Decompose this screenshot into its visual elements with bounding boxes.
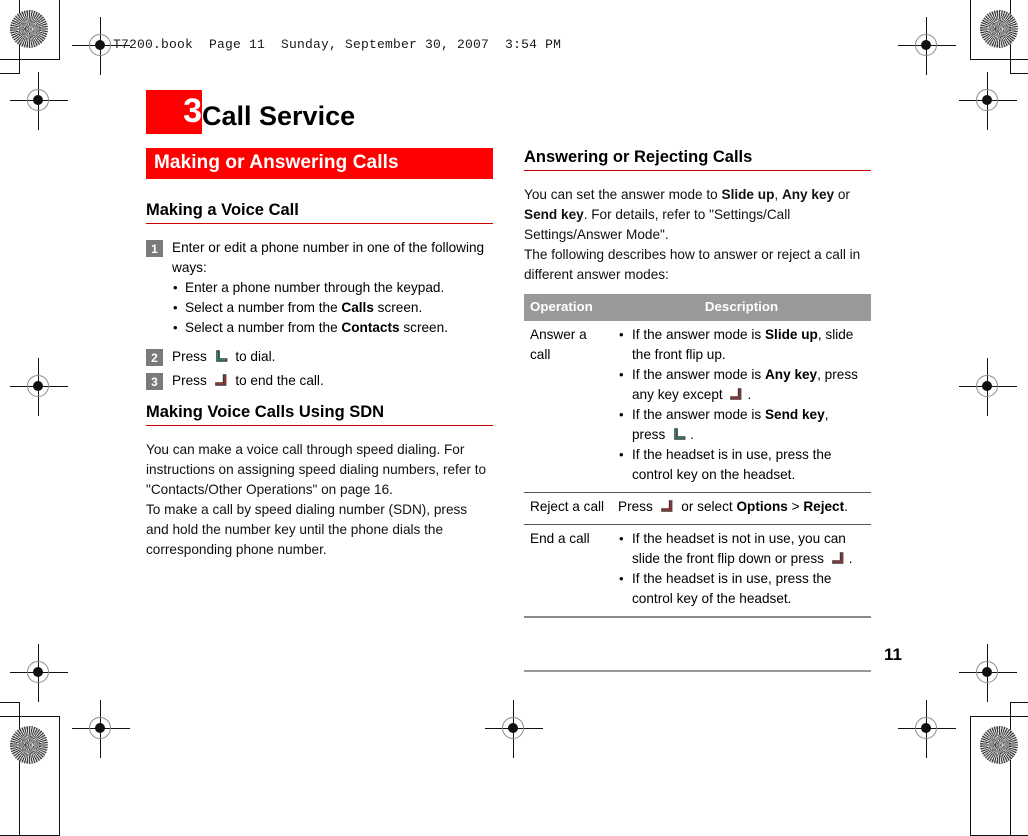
end-key-icon [728,387,745,402]
text-fragment: Press [618,499,657,514]
list-item: Enter a phone number through the keypad. [172,278,493,298]
cell-operation: Answer a call [524,321,612,493]
left-column: Making or Answering Calls Making a Voice… [146,148,493,560]
step-bullet-list: Enter a phone number through the keypad.… [172,278,493,338]
step-body: Press to dial. [172,347,493,367]
ui-term-any-key: Any key [781,187,835,202]
paragraph-sdn-intro: You can make a voice call through speed … [146,442,487,497]
heading-answering-or-rejecting-calls: Answering or Rejecting Calls [524,148,871,171]
text-fragment: If the answer mode is [632,407,765,422]
paragraph-answer-modes-intro: The following describes how to answer or… [524,247,861,282]
table-body: Answer a call If the answer mode is Slid… [524,321,871,618]
list-item: Select a number from the Calls screen. [172,298,493,318]
text-fragment: If the answer mode is [632,367,765,382]
step-text-before-icon: Press [172,373,207,388]
cell-description: Press or select Options > Reject. [612,492,871,525]
ui-term-calls: Calls [341,300,374,315]
table-row: Answer a call If the answer mode is Slid… [524,321,871,493]
column-header-description: Description [612,294,871,321]
step-body: Press to end the call. [172,371,493,391]
step-body: Enter or edit a phone number in one of t… [172,238,493,338]
text-fragment: If the headset is in use, press the cont… [632,447,832,482]
end-key-icon [659,499,676,514]
heading-making-a-voice-call: Making a Voice Call [146,201,493,224]
description-bullet-list: If the answer mode is Slide up, slide th… [618,325,865,485]
cell-description: If the answer mode is Slide up, slide th… [612,321,871,493]
chapter-heading: 3 Call Service [146,90,355,134]
step-item: 1 Enter or edit a phone number in one of… [146,238,493,338]
cell-operation: End a call [524,524,612,618]
text-fragment: You can set the answer mode to [524,187,722,202]
ui-term-contacts: Contacts [341,320,400,335]
text-fragment: or select [677,499,737,514]
ui-term-send-key: Send key [764,407,825,422]
paragraph-sdn-usage: To make a call by speed dialing number (… [146,502,468,557]
text-fragment: If the headset is not in use, you can sl… [632,531,846,566]
table-header: Operation Description [524,294,871,321]
cell-operation: Reject a call [524,492,612,525]
ui-term-send-key: Send key [524,207,584,222]
end-key-icon [830,551,847,566]
send-key-icon [213,349,230,364]
column-header-operation: Operation [524,294,612,321]
text-fragment: . [844,499,848,514]
step-number-badge: 3 [146,373,163,390]
chapter-title: Call Service [202,101,356,131]
ui-term-any-key: Any key [764,367,818,382]
step-text-after-icon: to dial. [235,349,276,364]
text-fragment: . [848,551,853,566]
right-column: Answering or Rejecting Calls You can set… [524,148,871,618]
answer-modes-table: Operation Description Answer a call If t… [524,294,871,618]
send-key-icon [671,427,688,442]
list-item: If the headset is in use, press the cont… [618,445,865,485]
heading-making-voice-calls-using-sdn: Making Voice Calls Using SDN [146,403,493,426]
text-fragment: > [787,499,804,514]
manual-page: T7200.book Page 11 Sunday, September 30,… [0,0,1028,774]
step-number-badge: 1 [146,240,163,257]
ui-term-slide-up: Slide up [764,327,818,342]
bullet-text: Enter a phone number through the keypad. [185,280,445,295]
section-banner-making-or-answering-calls: Making or Answering Calls [146,148,493,179]
table-header-row: Operation Description [524,294,871,321]
list-item: Select a number from the Contacts screen… [172,318,493,338]
step-number-badge: 2 [146,349,163,366]
description-bullet-list: If the headset is not in use, you can sl… [618,529,865,609]
text-fragment: , [774,187,782,202]
text-fragment: . [690,427,694,442]
paragraph-answer-mode: You can set the answer mode to Slide up,… [524,185,871,245]
page-number: 11 [884,645,902,664]
cell-description: If the headset is not in use, you can sl… [612,524,871,618]
text-fragment: . [747,387,752,402]
text-fragment: If the answer mode is [632,327,765,342]
file-header-stamp: T7200.book Page 11 Sunday, September 30,… [113,37,562,52]
step-text: Enter or edit a phone number in one of t… [172,240,485,275]
step-item: 2 Press to dial. [146,347,493,367]
list-item: If the headset is not in use, you can sl… [618,529,865,569]
page-footer-rule [524,670,871,672]
list-item: If the headset is in use, press the cont… [618,569,865,609]
ui-term-reject: Reject [803,499,845,514]
chapter-number-badge: 3 [146,90,202,134]
table-row: End a call If the headset is not in use,… [524,524,871,618]
ui-term-slide-up: Slide up [721,187,775,202]
step-text-before-icon: Press [172,349,207,364]
text-fragment: If the headset is in use, press the cont… [632,571,832,606]
list-item: If the answer mode is Slide up, slide th… [618,325,865,365]
list-item: If the answer mode is Send key, press . [618,405,865,445]
ui-term-options: Options [736,499,788,514]
end-key-icon [213,373,230,388]
step-text-after-icon: to end the call. [235,373,324,388]
list-item: If the answer mode is Any key, press any… [618,365,865,405]
table-row: Reject a call Press or select Options > … [524,492,871,525]
text-fragment: or [834,187,850,202]
step-item: 3 Press to end the call. [146,371,493,391]
